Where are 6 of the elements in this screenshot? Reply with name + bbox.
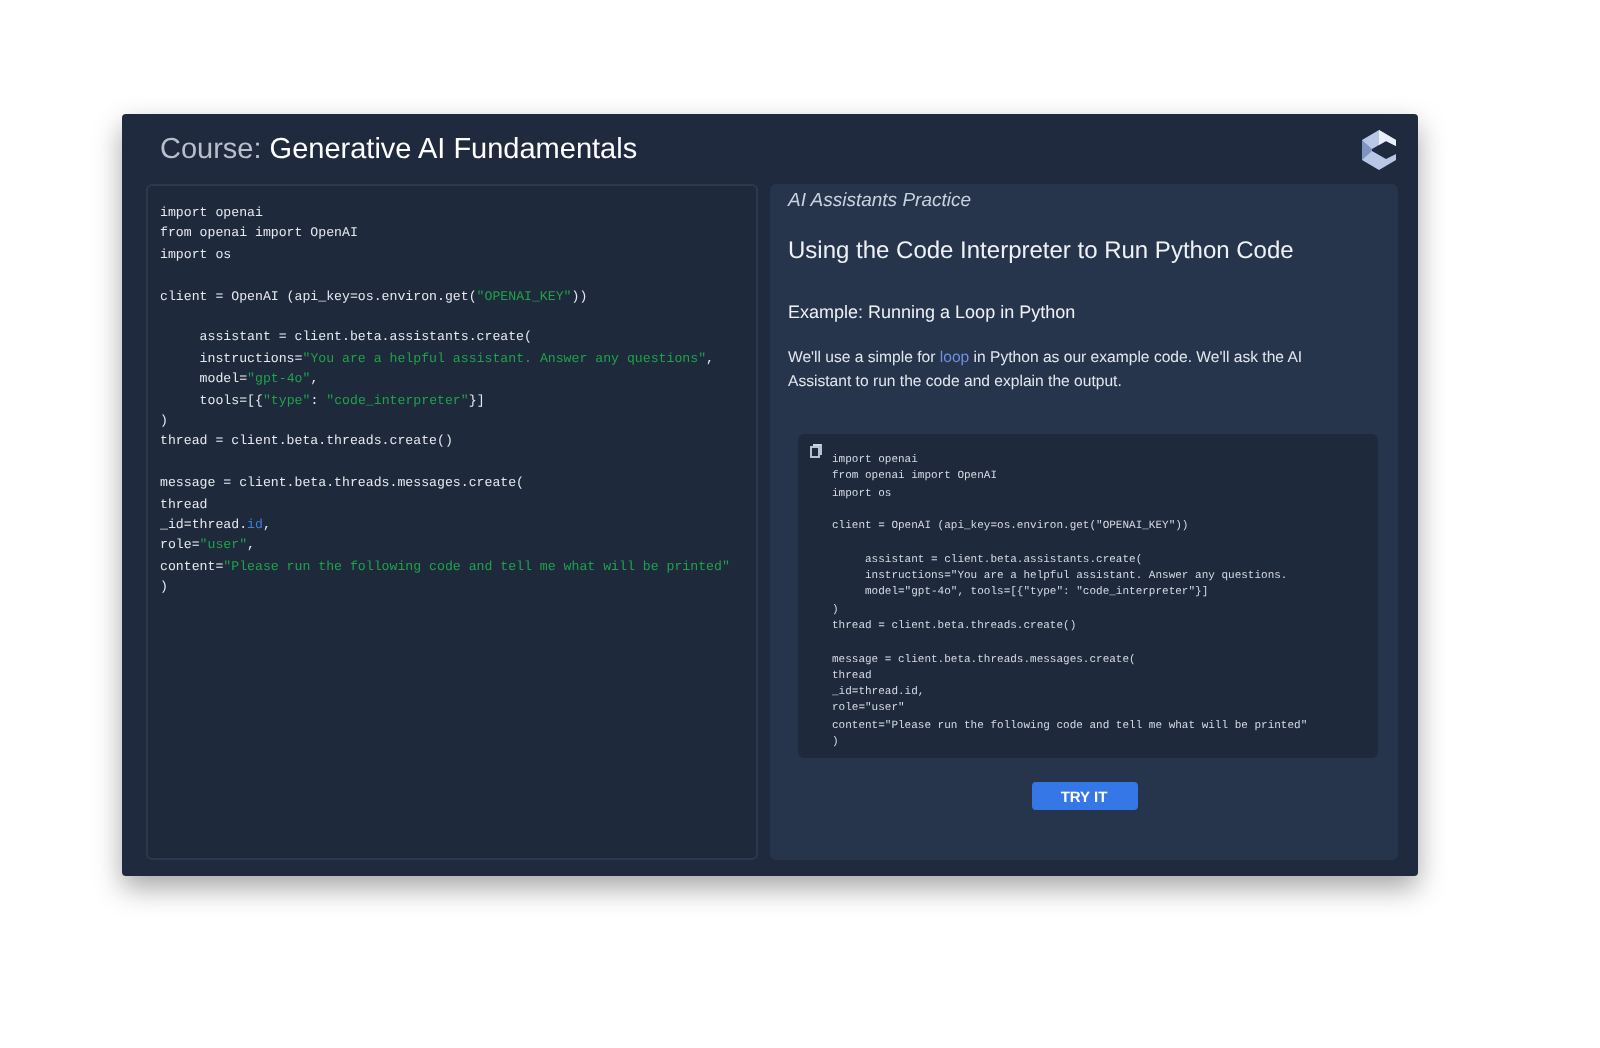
example-heading: Example: Running a Loop in Python (788, 302, 1078, 322)
section-label: AI Assistants Practice (788, 190, 974, 212)
course-title: Course: Generative AI Fundamentals (160, 133, 638, 165)
copy-icon[interactable] (810, 444, 822, 458)
lesson-title: Using the Code Interpreter to Run Python Code (788, 236, 1296, 264)
logo-icon (1362, 129, 1396, 169)
